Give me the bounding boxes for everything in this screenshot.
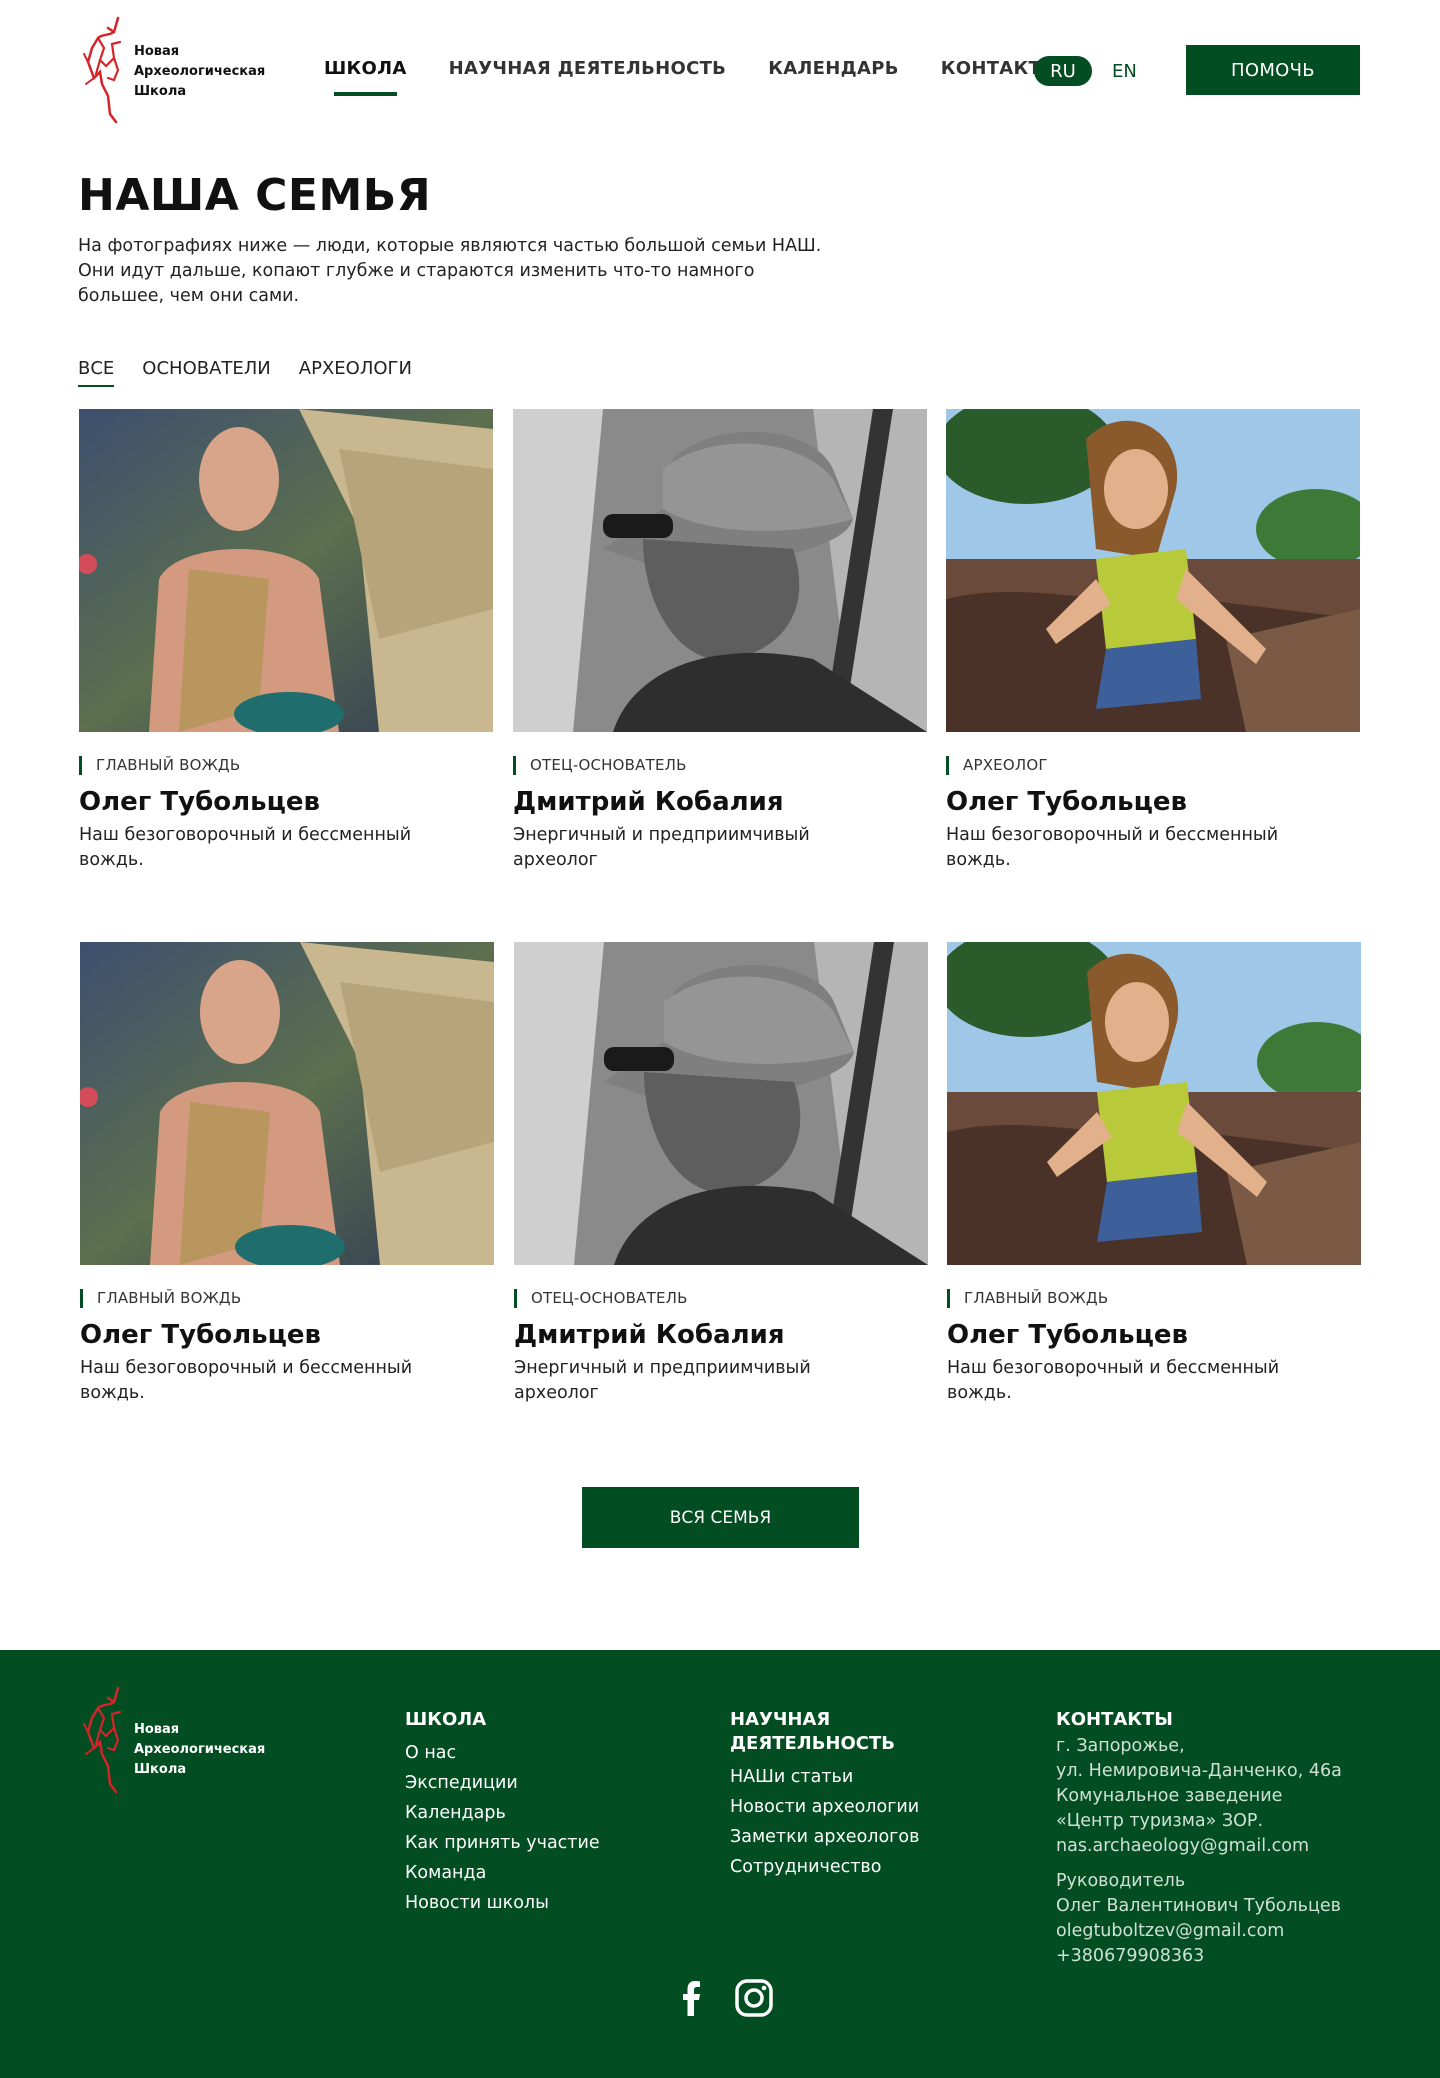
contact-line: «Центр туризма» ЗОР. bbox=[1056, 1811, 1264, 1831]
card-description: Наш безоговорочный и бессменный вождь. bbox=[80, 1358, 413, 1403]
footer-science-title-line: ДЕЯТЕЛЬНОСТЬ bbox=[730, 1733, 896, 1754]
lang-ru-button[interactable]: RU bbox=[1034, 56, 1092, 86]
filter-all[interactable]: ВСЕ bbox=[78, 358, 115, 387]
footer-logo[interactable]: Новая Археологическая Школа bbox=[78, 1684, 265, 1796]
card-name: Олег Тубольцев bbox=[80, 1320, 321, 1350]
contact-email[interactable]: nas.archaeology@gmail.com bbox=[1056, 1834, 1342, 1859]
family-card[interactable]: ГЛАВНЫЙ ВОЖДЬ Олег Тубольцев Наш безогов… bbox=[947, 942, 1361, 1406]
footer-science-title: НАУЧНАЯ ДЕЯТЕЛЬНОСТЬ bbox=[730, 1708, 919, 1756]
logo-figure-icon bbox=[83, 16, 122, 124]
logo-line: Школа bbox=[134, 1762, 187, 1777]
card-name: Олег Тубольцев bbox=[947, 1320, 1188, 1350]
nav-item-school[interactable]: ШКОЛА bbox=[324, 58, 407, 96]
site-footer: Новая Археологическая Школа ШКОЛА О нас … bbox=[0, 1650, 1440, 2078]
footer-school-column: ШКОЛА О нас Экспедиции Календарь Как при… bbox=[405, 1708, 600, 1918]
contact-line: Олег Валентинович Тубольцев bbox=[1056, 1896, 1341, 1916]
nav-item-science[interactable]: НАУЧНАЯ ДЕЯТЕЛЬНОСТЬ bbox=[449, 58, 727, 79]
instagram-icon[interactable] bbox=[734, 1978, 774, 2018]
man-outdoor-photo bbox=[80, 942, 494, 1265]
card-role: ОТЕЦ-ОСНОВАТЕЛЬ bbox=[514, 1289, 928, 1308]
card-role: ГЛАВНЫЙ ВОЖДЬ bbox=[947, 1289, 1361, 1308]
help-button[interactable]: ПОМОЧЬ bbox=[1186, 45, 1360, 95]
page-intro: На фотографиях ниже — люди, которые явля… bbox=[78, 236, 822, 306]
footer-link-calendar[interactable]: Календарь bbox=[405, 1798, 600, 1828]
contact-line: Комунальное заведение bbox=[1056, 1786, 1283, 1806]
card-role: ГЛАВНЫЙ ВОЖДЬ bbox=[79, 756, 493, 775]
social-links bbox=[672, 1978, 796, 2018]
contact-line: ул. Немировича-Данченко, 46а bbox=[1056, 1761, 1342, 1781]
card-description: Энергичный и предприимчивый археолог bbox=[513, 825, 810, 870]
footer-link-about[interactable]: О нас bbox=[405, 1738, 600, 1768]
contact-line: Руководитель bbox=[1056, 1871, 1186, 1891]
logo-line: Археологическая bbox=[134, 64, 266, 79]
filter-founders[interactable]: ОСНОВАТЕЛИ bbox=[142, 358, 270, 379]
logo-line: Археологическая bbox=[134, 1742, 266, 1757]
logo-text: Новая Археологическая Школа bbox=[134, 1720, 265, 1796]
logo-text: Новая Археологическая Школа bbox=[134, 42, 265, 102]
contact-phone[interactable]: +380679908363 bbox=[1056, 1944, 1342, 1969]
footer-link-participate[interactable]: Как принять участие bbox=[405, 1828, 600, 1858]
logo-line: Новая bbox=[134, 44, 180, 59]
card-role: АРХЕОЛОГ bbox=[946, 756, 1360, 775]
logo-line: Школа bbox=[134, 84, 187, 99]
card-name: Олег Тубольцев bbox=[946, 787, 1187, 817]
man-hat-bw-photo bbox=[513, 409, 927, 732]
site-logo[interactable]: Новая Археологическая Школа bbox=[78, 14, 265, 126]
footer-school-title: ШКОЛА bbox=[405, 1709, 487, 1730]
logo-line: Новая bbox=[134, 1722, 180, 1737]
footer-link-cooperation[interactable]: Сотрудничество bbox=[730, 1852, 919, 1882]
filter-tabs: ВСЕ ОСНОВАТЕЛИ АРХЕОЛОГИ bbox=[78, 358, 440, 387]
footer-science-title-line: НАУЧНАЯ bbox=[730, 1709, 831, 1730]
card-role: ОТЕЦ-ОСНОВАТЕЛЬ bbox=[513, 756, 927, 775]
filter-archaeologists[interactable]: АРХЕОЛОГИ bbox=[299, 358, 412, 379]
footer-link-notes[interactable]: Заметки археологов bbox=[730, 1822, 919, 1852]
footer-link-team[interactable]: Команда bbox=[405, 1858, 600, 1888]
family-card[interactable]: ГЛАВНЫЙ ВОЖДЬ Олег Тубольцев Наш безогов… bbox=[79, 409, 493, 873]
main-nav: ШКОЛА НАУЧНАЯ ДЕЯТЕЛЬНОСТЬ КАЛЕНДАРЬ КОН… bbox=[324, 58, 1102, 96]
lang-en-button[interactable]: EN bbox=[1112, 61, 1137, 82]
girl-excavation-photo bbox=[947, 942, 1361, 1265]
family-card[interactable]: ОТЕЦ-ОСНОВАТЕЛЬ Дмитрий Кобалия Энергичн… bbox=[514, 942, 928, 1406]
contact-email[interactable]: olegtuboltzev@gmail.com bbox=[1056, 1919, 1342, 1944]
all-family-button[interactable]: ВСЯ СЕМЬЯ bbox=[582, 1487, 859, 1548]
card-description: Наш безоговорочный и бессменный вождь. bbox=[946, 825, 1279, 870]
footer-science-column: НАУЧНАЯ ДЕЯТЕЛЬНОСТЬ НАШи статьи Новости… bbox=[730, 1708, 919, 1882]
contact-line: г. Запорожье, bbox=[1056, 1736, 1185, 1756]
facebook-icon[interactable] bbox=[672, 1978, 712, 2018]
card-name: Дмитрий Кобалия bbox=[514, 1320, 785, 1350]
card-name: Олег Тубольцев bbox=[79, 787, 320, 817]
man-outdoor-photo bbox=[79, 409, 493, 732]
footer-link-archaeology-news[interactable]: Новости археологии bbox=[730, 1792, 919, 1822]
man-hat-bw-photo bbox=[514, 942, 928, 1265]
family-card[interactable]: АРХЕОЛОГ Олег Тубольцев Наш безоговорочн… bbox=[946, 409, 1360, 873]
card-description: Энергичный и предприимчивый археолог bbox=[514, 1358, 811, 1403]
card-description: Наш безоговорочный и бессменный вождь. bbox=[947, 1358, 1280, 1403]
footer-contacts-title: КОНТАКТЫ bbox=[1056, 1709, 1173, 1730]
footer-contacts-column: КОНТАКТЫ г. Запорожье, ул. Немировича-Да… bbox=[1056, 1708, 1342, 1969]
card-role: ГЛАВНЫЙ ВОЖДЬ bbox=[80, 1289, 494, 1308]
footer-link-school-news[interactable]: Новости школы bbox=[405, 1888, 600, 1918]
family-card[interactable]: ОТЕЦ-ОСНОВАТЕЛЬ Дмитрий Кобалия Энергичн… bbox=[513, 409, 927, 873]
card-name: Дмитрий Кобалия bbox=[513, 787, 784, 817]
site-header: Новая Археологическая Школа ШКОЛА НАУЧНА… bbox=[0, 0, 1440, 140]
page-title: НАША СЕМЬЯ bbox=[78, 170, 432, 221]
girl-excavation-photo bbox=[946, 409, 1360, 732]
logo-figure-icon bbox=[83, 1686, 122, 1794]
footer-link-expeditions[interactable]: Экспедиции bbox=[405, 1768, 600, 1798]
language-switcher: RU EN bbox=[1034, 56, 1137, 86]
family-card[interactable]: ГЛАВНЫЙ ВОЖДЬ Олег Тубольцев Наш безогов… bbox=[80, 942, 494, 1406]
card-description: Наш безоговорочный и бессменный вождь. bbox=[79, 825, 412, 870]
footer-link-articles[interactable]: НАШи статьи bbox=[730, 1762, 919, 1792]
nav-item-calendar[interactable]: КАЛЕНДАРЬ bbox=[768, 58, 899, 79]
